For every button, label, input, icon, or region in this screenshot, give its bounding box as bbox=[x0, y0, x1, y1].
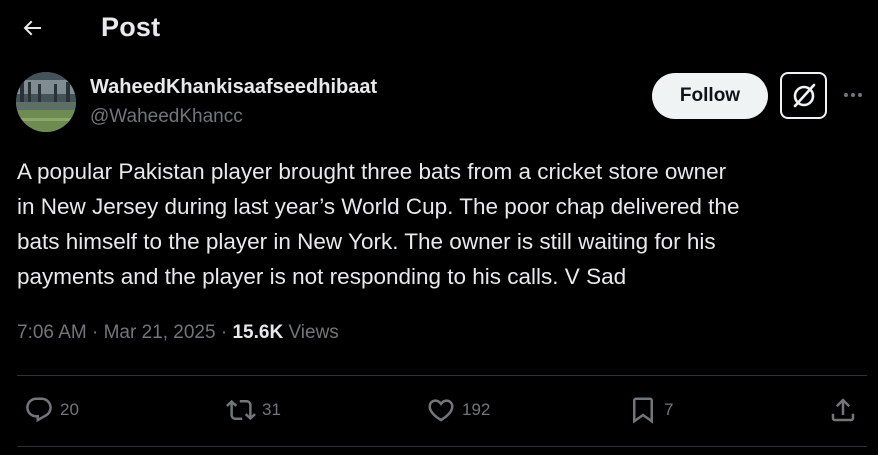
avatar[interactable] bbox=[16, 72, 76, 132]
share-button[interactable] bbox=[828, 392, 858, 428]
post-text-line: bats himself to the player in New York. … bbox=[17, 229, 716, 254]
like-count: 192 bbox=[462, 400, 491, 419]
repost-count: 31 bbox=[262, 400, 281, 419]
share-icon bbox=[831, 398, 855, 422]
reply-button[interactable]: 20 bbox=[24, 392, 79, 428]
post-actions: 20 31 192 7 bbox=[0, 376, 878, 446]
avatar-image bbox=[16, 72, 76, 132]
page-title: Post bbox=[101, 12, 161, 42]
post-date[interactable]: Mar 21, 2025 bbox=[104, 322, 216, 343]
author-handle[interactable]: @WaheedKhancc bbox=[90, 106, 243, 128]
post-text-line: in New Jersey during last year’s World C… bbox=[17, 194, 740, 219]
post-meta: 7:06 AM · Mar 21, 2025 · 15.6K Views bbox=[17, 322, 339, 344]
heart-icon bbox=[428, 399, 454, 422]
reply-icon bbox=[26, 397, 52, 423]
views-count[interactable]: 15.6K bbox=[232, 322, 283, 343]
like-button[interactable]: 192 bbox=[426, 392, 490, 428]
more-options-button[interactable] bbox=[838, 80, 868, 110]
views-label[interactable]: Views bbox=[288, 322, 338, 343]
post-time[interactable]: 7:06 AM bbox=[17, 322, 87, 343]
meta-separator: · bbox=[92, 322, 99, 343]
divider bbox=[17, 446, 867, 447]
bookmark-count: 7 bbox=[664, 400, 674, 419]
arrow-left-icon bbox=[23, 20, 41, 36]
bookmark-icon bbox=[633, 397, 653, 424]
post-text: A popular Pakistan player brought three … bbox=[17, 154, 867, 294]
follow-button[interactable]: Follow bbox=[652, 73, 768, 119]
meta-separator: · bbox=[220, 322, 228, 343]
post-text-line: A popular Pakistan player brought three … bbox=[17, 159, 727, 184]
back-button[interactable] bbox=[14, 10, 50, 46]
more-horizontal-icon bbox=[844, 93, 862, 97]
post-header: Post bbox=[0, 0, 878, 56]
bookmark-button[interactable]: 7 bbox=[628, 392, 673, 428]
post-text-line: payments and the player is not respondin… bbox=[17, 264, 627, 289]
grok-icon bbox=[793, 83, 815, 107]
author-row: WaheedKhankisaafseedhibaat @WaheedKhancc… bbox=[0, 70, 878, 134]
reply-count: 20 bbox=[60, 400, 79, 419]
author-display-name[interactable]: WaheedKhankisaafseedhibaat bbox=[90, 76, 377, 99]
grok-button[interactable] bbox=[780, 72, 827, 119]
repost-icon bbox=[226, 399, 256, 421]
repost-button[interactable]: 31 bbox=[226, 392, 281, 428]
